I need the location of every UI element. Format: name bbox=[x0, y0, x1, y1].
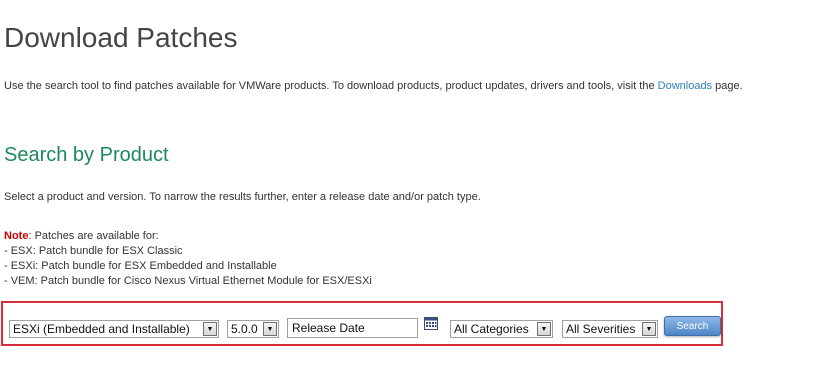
section-title: Search by Product bbox=[4, 144, 169, 166]
note-heading: Note: Patches are available for: bbox=[4, 229, 372, 244]
note-block: Note: Patches are available for: - ESX: … bbox=[4, 229, 372, 289]
chevron-down-icon[interactable]: ▼ bbox=[537, 322, 551, 336]
category-select-value: All Categories bbox=[454, 322, 529, 336]
calendar-icon[interactable] bbox=[424, 317, 438, 330]
chevron-down-icon[interactable]: ▼ bbox=[263, 322, 277, 336]
intro-text-after: page. bbox=[712, 80, 743, 92]
product-select-value: ESXi (Embedded and Installable) bbox=[13, 322, 190, 336]
intro-text-before: Use the search tool to find patches avai… bbox=[4, 80, 658, 92]
severity-select-value: All Severities bbox=[566, 322, 636, 336]
downloads-link[interactable]: Downloads bbox=[658, 80, 712, 92]
note-item-esx: - ESX: Patch bundle for ESX Classic bbox=[4, 245, 183, 257]
note-item-esxi: - ESXi: Patch bundle for ESX Embedded an… bbox=[4, 260, 277, 272]
search-instructions: Select a product and version. To narrow … bbox=[4, 191, 481, 203]
chevron-down-icon[interactable]: ▼ bbox=[642, 322, 656, 336]
note-intro: : Patches are available for: bbox=[28, 230, 159, 242]
page-title: Download Patches bbox=[4, 22, 238, 53]
category-select[interactable]: All Categories ▼ bbox=[450, 320, 553, 338]
search-button[interactable]: Search bbox=[664, 316, 721, 336]
note-item-vem: - VEM: Patch bundle for Cisco Nexus Virt… bbox=[4, 275, 372, 287]
search-form: ESXi (Embedded and Installable) ▼ 5.0.0 … bbox=[1, 301, 723, 346]
release-date-input[interactable]: Release Date bbox=[287, 318, 418, 338]
note-label: Note bbox=[4, 230, 29, 242]
chevron-down-icon[interactable]: ▼ bbox=[203, 322, 217, 336]
product-select[interactable]: ESXi (Embedded and Installable) ▼ bbox=[9, 320, 219, 338]
version-select-value: 5.0.0 bbox=[231, 322, 258, 336]
intro-text: Use the search tool to find patches avai… bbox=[4, 80, 743, 92]
version-select[interactable]: 5.0.0 ▼ bbox=[227, 320, 279, 338]
severity-select[interactable]: All Severities ▼ bbox=[562, 320, 658, 338]
